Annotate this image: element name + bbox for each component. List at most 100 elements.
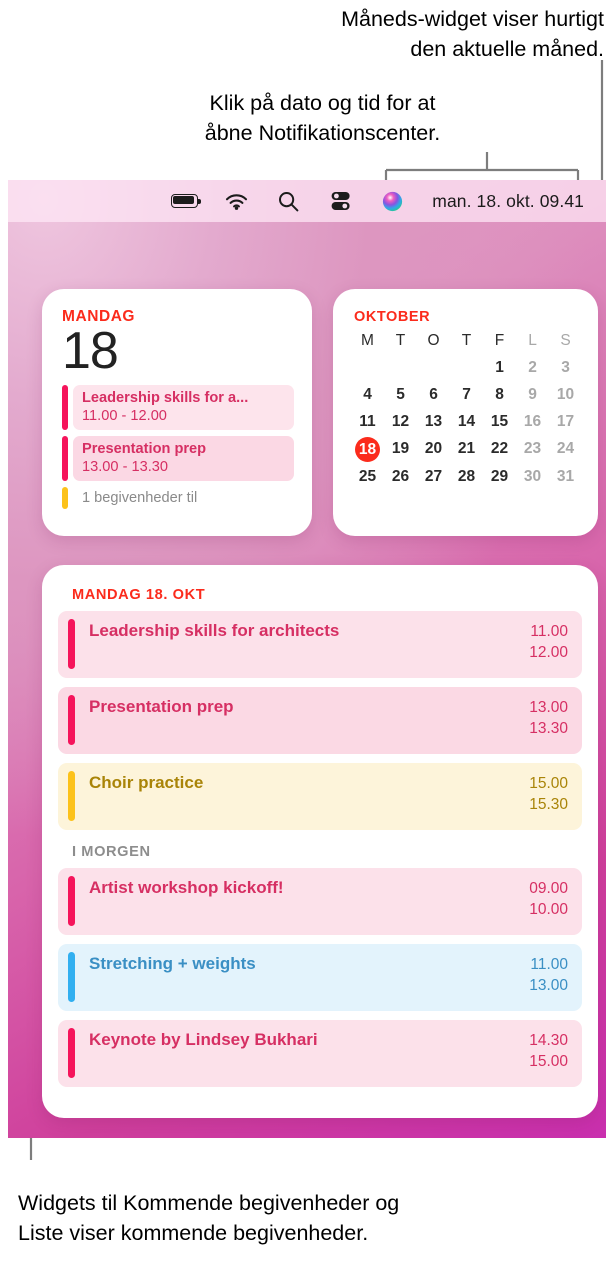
search-icon[interactable] (262, 180, 314, 222)
month-day-cell[interactable]: 29 (483, 465, 516, 489)
month-day-label: 29 (490, 468, 509, 485)
event-times: 09.00 10.00 (529, 876, 568, 926)
month-day-cell[interactable]: 12 (384, 410, 417, 434)
event-times: 11.00 13.00 (529, 952, 568, 1002)
month-day-label: 10 (556, 386, 575, 403)
event-end-time: 12.00 (529, 644, 568, 661)
day-more-events-label: 1 begivenheder til (82, 490, 198, 506)
day-event-item[interactable]: Presentation prep 13.00 - 13.30 (62, 436, 294, 481)
month-day-cell[interactable]: 26 (384, 465, 417, 489)
event-end-time: 13.00 (529, 977, 568, 994)
widget-today[interactable]: MANDAG 18 Leadership skills for a... 11.0… (42, 289, 312, 536)
month-day-cell[interactable]: 23 (516, 437, 549, 462)
event-title: Leadership skills for architects (89, 621, 340, 640)
month-day-cell[interactable]: 25 (351, 465, 384, 489)
event-color-bar (62, 436, 68, 481)
month-day-cell[interactable]: 24 (549, 437, 582, 462)
month-day-cell[interactable]: 10 (549, 383, 582, 407)
month-day-cell[interactable]: 13 (417, 410, 450, 434)
event-list-item[interactable]: Artist workshop kickoff! 09.00 10.00 (58, 868, 582, 935)
desktop-wallpaper: man. 18. okt. 09.41 MANDAG 18 Leadership… (8, 180, 606, 1138)
event-list-item[interactable]: Keynote by Lindsey Bukhari 14.30 15.00 (58, 1020, 582, 1087)
month-empty-cell: · (417, 356, 450, 380)
event-list-sections: MANDAG 18. OKT Leadership skills for arch… (58, 587, 582, 1087)
month-empty-cell: · (351, 356, 384, 380)
month-day-label: 16 (523, 413, 542, 430)
callout-month-widget: Måneds-widget viser hurtigt den aktuelle… (341, 7, 604, 61)
event-list-item[interactable]: Leadership skills for architects 11.00 12.… (58, 611, 582, 678)
wifi-icon[interactable] (210, 180, 262, 222)
month-day-cell[interactable]: 11 (351, 410, 384, 434)
month-day-label: 5 (396, 386, 405, 403)
month-day-cell[interactable]: 4 (351, 383, 384, 407)
event-start-time: 11.00 (530, 956, 568, 973)
month-day-cell[interactable]: 30 (516, 465, 549, 489)
month-day-cell[interactable]: 28 (450, 465, 483, 489)
month-day-label: 22 (490, 440, 509, 457)
month-day-cell[interactable]: 5 (384, 383, 417, 407)
event-title: Stretching + weights (89, 954, 256, 973)
event-times: 13.00 13.30 (529, 695, 568, 745)
control-center-icon[interactable] (314, 180, 366, 222)
month-day-label: 30 (523, 468, 542, 485)
event-title: Keynote by Lindsey Bukhari (89, 1030, 318, 1049)
screenshot-page: Måneds-widget viser hurtigt den aktuelle… (0, 0, 614, 1266)
event-section-header: I MORGEN (72, 844, 151, 860)
month-day-cell[interactable]: 8 (483, 383, 516, 407)
month-day-cell[interactable]: 19 (384, 437, 417, 462)
event-color-bar (62, 385, 68, 430)
month-day-label: 15 (490, 413, 509, 430)
month-day-cell[interactable]: 2 (516, 356, 549, 380)
event-color-bar (68, 876, 75, 926)
month-day-label: 24 (556, 440, 575, 457)
day-event-item[interactable]: Leadership skills for a... 11.00 - 12.00 (62, 385, 294, 430)
event-start-time: 15.00 (529, 775, 568, 792)
event-title: Presentation prep (89, 697, 234, 716)
battery-icon[interactable] (158, 180, 210, 222)
month-day-cell[interactable]: 17 (549, 410, 582, 434)
month-day-label: 7 (462, 386, 471, 403)
month-day-cell[interactable]: 15 (483, 410, 516, 434)
menubar-clock[interactable]: man. 18. okt. 09.41 (418, 180, 588, 222)
day-event-title: Leadership skills for a... (82, 390, 249, 406)
month-day-label: 26 (391, 468, 410, 485)
month-day-cell[interactable]: 3 (549, 356, 582, 380)
month-day-label: 31 (556, 468, 575, 485)
event-color-bar (62, 487, 68, 509)
month-day-cell[interactable]: 16 (516, 410, 549, 434)
event-end-time: 10.00 (529, 901, 568, 918)
callout-upcoming-widgets: Widgets til Kommende begivenheder og Lis… (18, 1191, 400, 1245)
day-more-events[interactable]: 1 begivenheder til (62, 487, 294, 509)
event-color-bar (68, 1028, 75, 1078)
month-day-cell[interactable]: 6 (417, 383, 450, 407)
month-day-cell[interactable]: 7 (450, 383, 483, 407)
month-day-cell[interactable]: 1 (483, 356, 516, 380)
event-list-item[interactable]: Choir practice 15.00 15.30 (58, 763, 582, 830)
month-day-cell[interactable]: 22 (483, 437, 516, 462)
widget-month[interactable]: OKTOBER MTOTFLS····123456789101112131415… (333, 289, 598, 536)
widget-event-list[interactable]: MANDAG 18. OKT Leadership skills for arch… (42, 565, 598, 1118)
event-title: Artist workshop kickoff! (89, 878, 284, 897)
month-day-cell[interactable]: 14 (450, 410, 483, 434)
month-day-label: 3 (561, 359, 570, 376)
month-day-cell[interactable]: 20 (417, 437, 450, 462)
siri-icon[interactable] (366, 180, 418, 222)
month-weekday-header: M (361, 332, 374, 349)
month-day-cell[interactable]: 27 (417, 465, 450, 489)
month-day-label: 21 (457, 440, 476, 457)
month-day-label: 28 (457, 468, 476, 485)
callout-notification-center: Klik på dato og tid for at åbne Notifika… (204, 91, 441, 145)
month-day-label: 2 (528, 359, 537, 376)
month-day-cell[interactable]: 9 (516, 383, 549, 407)
month-day-today[interactable]: 18 (351, 437, 384, 462)
month-day-cell[interactable]: 21 (450, 437, 483, 462)
event-list-item[interactable]: Presentation prep 13.00 13.30 (58, 687, 582, 754)
day-event-time: 11.00 - 12.00 (82, 408, 167, 424)
month-weekday-header: O (427, 332, 440, 349)
event-times: 14.30 15.00 (529, 1028, 568, 1078)
event-list-item[interactable]: Stretching + weights 11.00 13.00 (58, 944, 582, 1011)
month-day-cell[interactable]: 31 (549, 465, 582, 489)
day-event-title: Presentation prep (82, 441, 207, 457)
day-event-body: Leadership skills for a... 11.00 - 12.00 (73, 385, 294, 430)
event-start-time: 14.30 (529, 1032, 568, 1049)
